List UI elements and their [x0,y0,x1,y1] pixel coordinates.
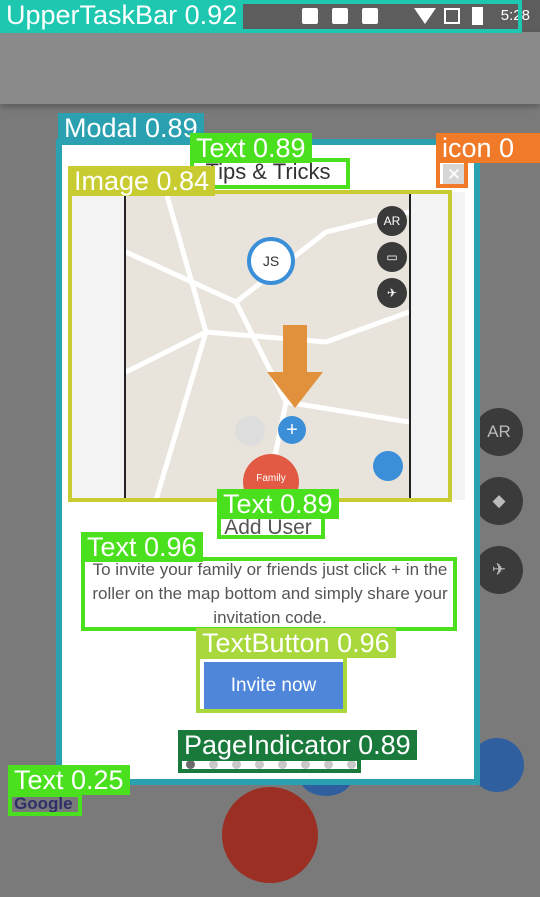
annotation-label-body-text: Text 0.96 [81,532,203,562]
annotation-label-heading-text: Text 0.89 [217,489,339,519]
annotation-label-modal: Modal 0.89 [58,113,204,143]
annotation-label-google-text: Text 0.25 [8,765,130,795]
annotation-google-text [8,793,82,816]
ar-label: AR [487,422,511,441]
layers-button[interactable]: ◆ [475,477,523,525]
layers-icon: ◆ [492,491,506,510]
ar-button[interactable]: AR [475,408,523,456]
annotation-label-image: Image 0.84 [68,166,216,196]
annotation-label-page-indicator: PageIndicator 0.89 [178,730,417,760]
annotation-image [68,190,452,502]
family-button-bg[interactable] [222,787,318,883]
airplane-button[interactable]: ✈ [475,546,523,594]
airplane-icon: ✈ [491,560,507,579]
annotation-label-text-button: TextButton 0.96 [196,628,396,658]
annotation-label-title-text: Text 0.89 [190,133,312,163]
annotation-body-text [81,557,457,631]
annotation-label-icon: icon 0 [436,133,540,163]
annotation-text-button [196,655,347,713]
app-bar [0,32,540,104]
annotation-label-upper-task-bar: UpperTaskBar 0.92 [0,0,244,30]
